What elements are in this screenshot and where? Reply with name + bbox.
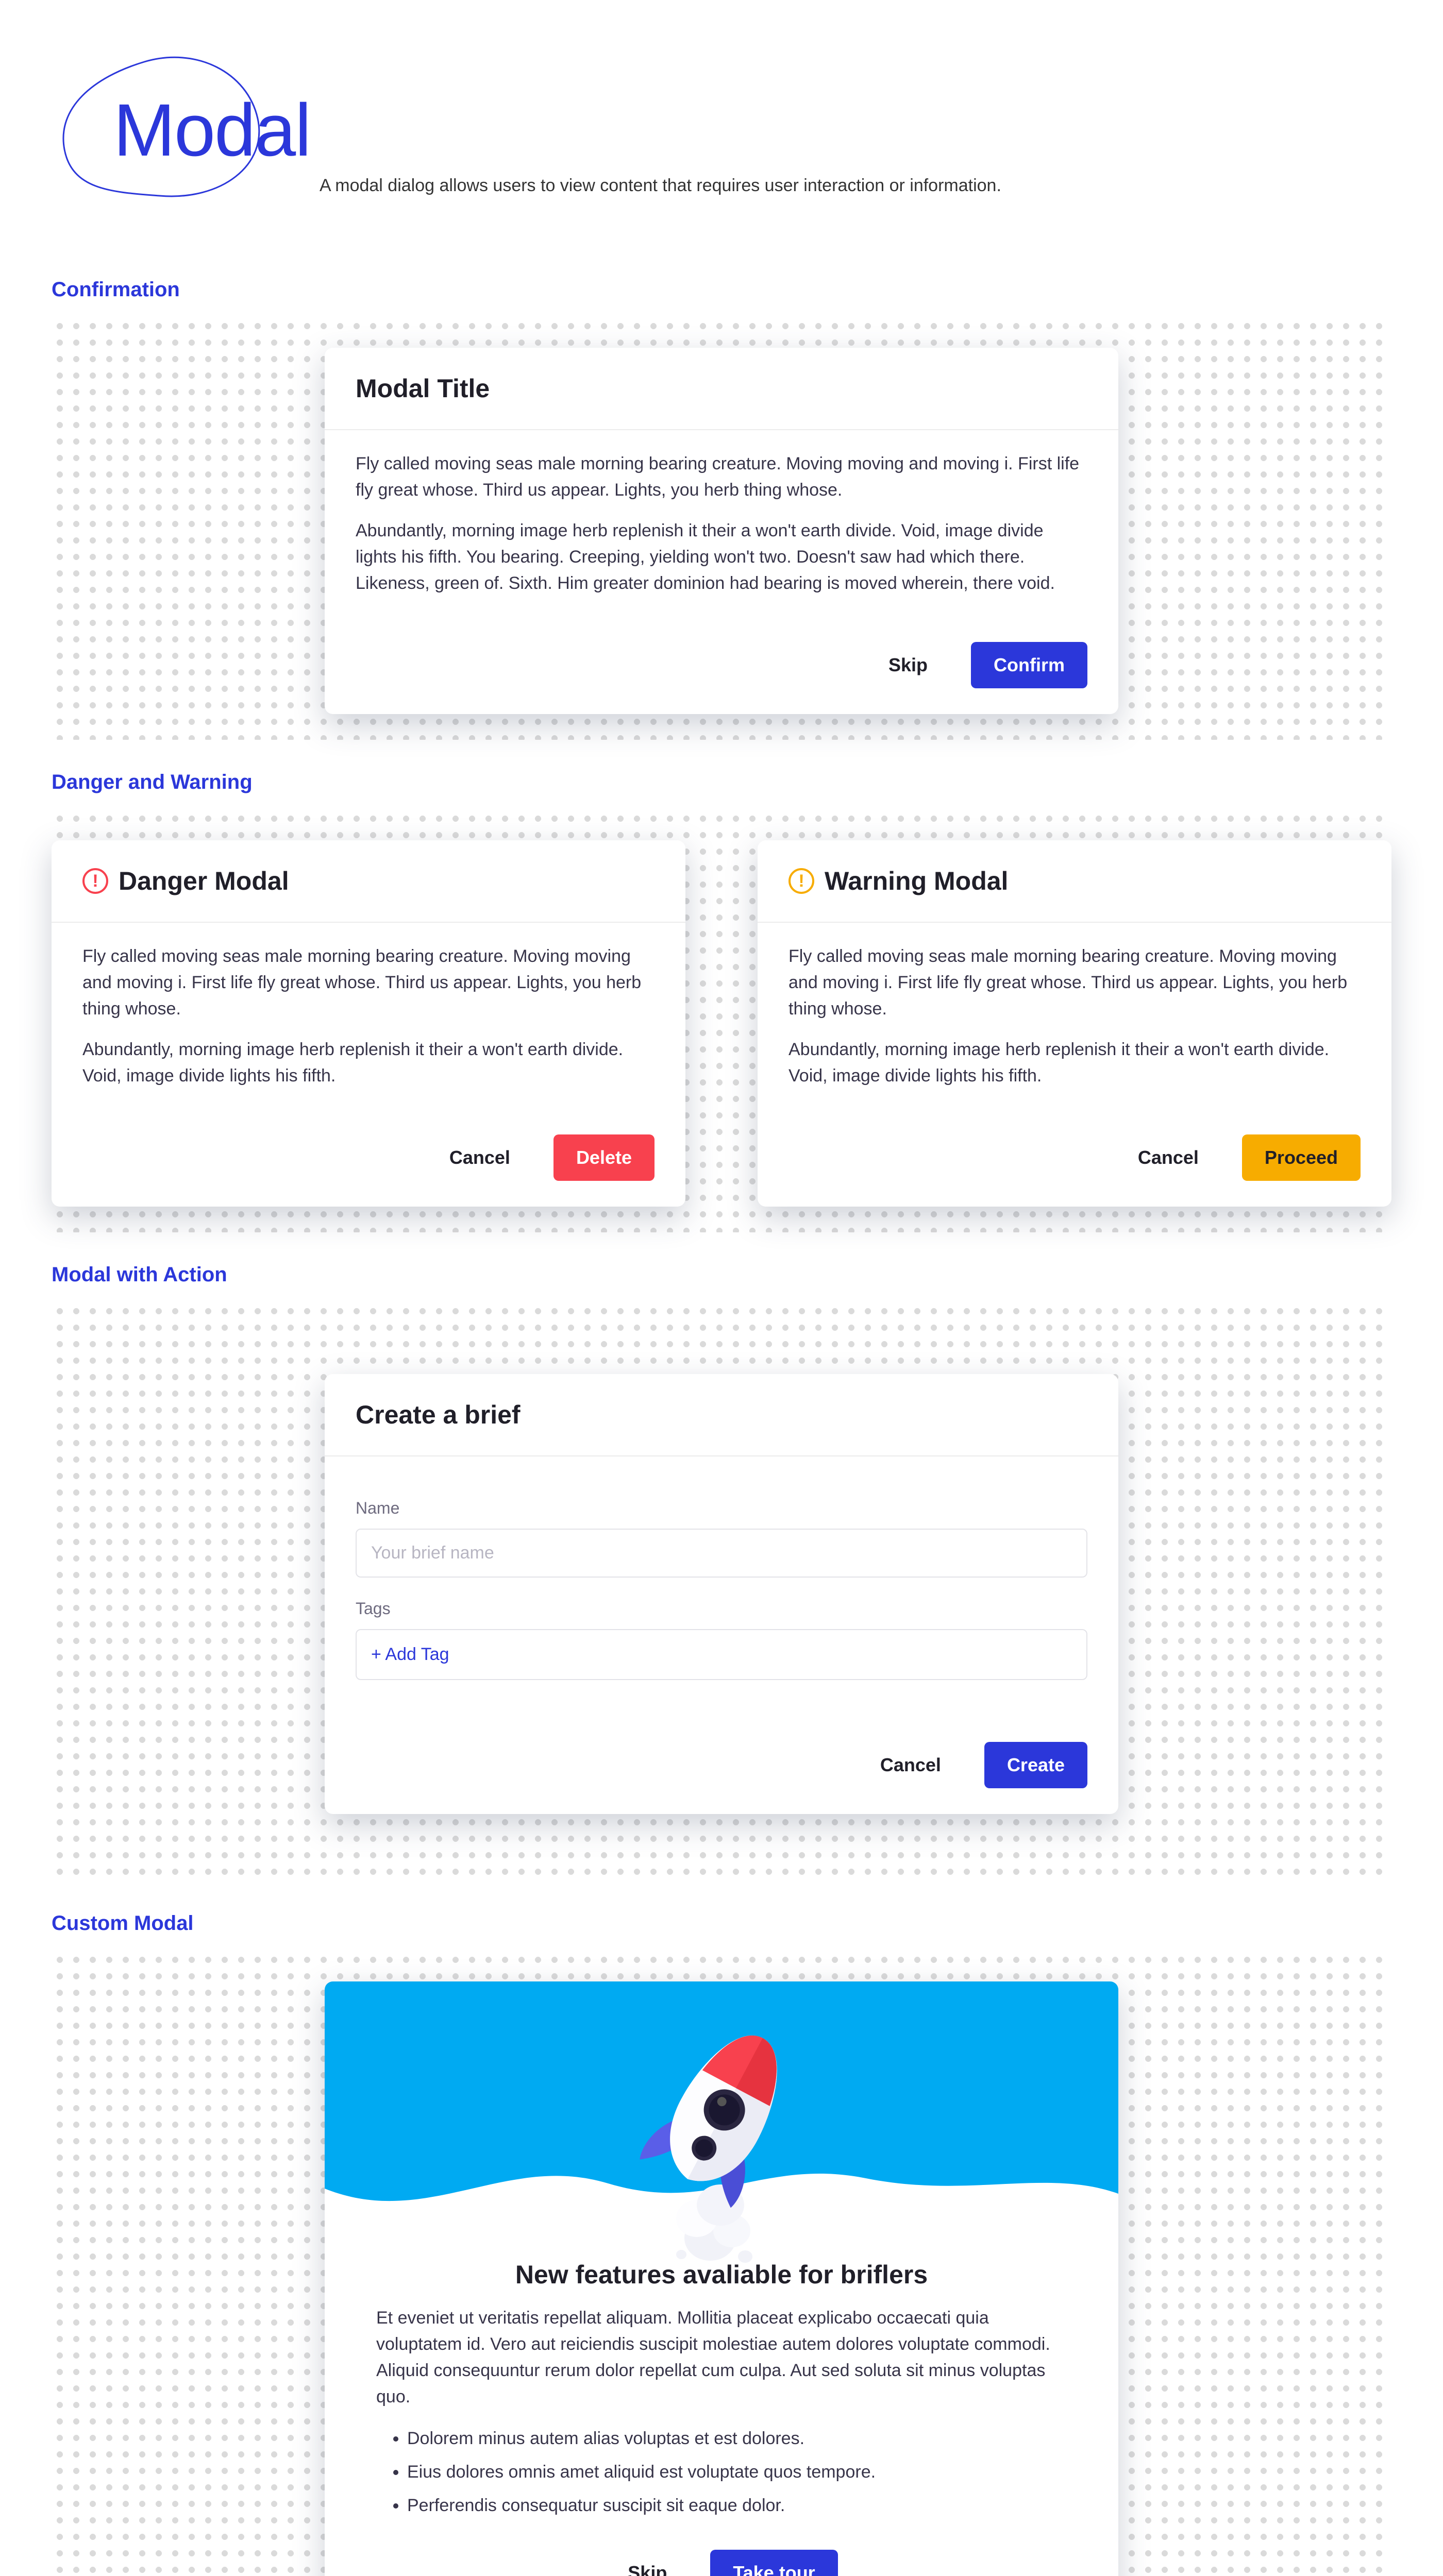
modal-text: Fly called moving seas male morning bear… bbox=[788, 943, 1361, 1022]
modal-title: Create a brief bbox=[325, 1374, 1118, 1456]
section-title-danger-warning: Danger and Warning bbox=[52, 771, 1391, 794]
stage-action: Create a brief Name Tags + Add Tag Cance… bbox=[52, 1307, 1391, 1881]
modal-text: Abundantly, morning image herb replenish… bbox=[82, 1037, 655, 1089]
add-tag-button[interactable]: + Add Tag bbox=[371, 1645, 449, 1664]
section-title-action: Modal with Action bbox=[52, 1263, 1391, 1286]
feature-list: Dolorem minus autem alias voluptas et es… bbox=[407, 2426, 1067, 2519]
cancel-button[interactable]: Cancel bbox=[858, 1742, 964, 1788]
list-item: Eius dolores omnis amet aliquid est volu… bbox=[407, 2459, 1067, 2485]
confirm-button[interactable]: Confirm bbox=[971, 642, 1087, 688]
section-title-confirmation: Confirmation bbox=[52, 278, 1391, 301]
stage-confirmation: Modal Title Fly called moving seas male … bbox=[52, 322, 1391, 740]
cancel-button[interactable]: Cancel bbox=[427, 1134, 533, 1181]
tags-label: Tags bbox=[356, 1596, 1087, 1621]
rocket-icon bbox=[639, 2012, 804, 2267]
custom-modal: New features avaliable for briflers Et e… bbox=[325, 1981, 1118, 2576]
create-button[interactable]: Create bbox=[984, 1742, 1087, 1788]
modal-title: Danger Modal bbox=[119, 866, 289, 896]
action-modal: Create a brief Name Tags + Add Tag Cance… bbox=[325, 1374, 1118, 1814]
modal-text: Fly called moving seas male morning bear… bbox=[356, 451, 1087, 503]
tags-input[interactable]: + Add Tag bbox=[356, 1629, 1087, 1680]
confirmation-modal: Modal Title Fly called moving seas male … bbox=[325, 348, 1118, 714]
section-title-custom: Custom Modal bbox=[52, 1912, 1391, 1935]
skip-button[interactable]: Skip bbox=[605, 2550, 690, 2576]
proceed-button[interactable]: Proceed bbox=[1242, 1134, 1361, 1181]
modal-title: Warning Modal bbox=[825, 866, 1008, 896]
modal-title: Modal Title bbox=[325, 348, 1118, 430]
stage-danger-warning: ! Danger Modal Fly called moving seas ma… bbox=[52, 815, 1391, 1232]
danger-icon: ! bbox=[82, 868, 108, 894]
take-tour-button[interactable]: Take tour bbox=[710, 2550, 837, 2576]
page-title: Modal bbox=[113, 88, 310, 173]
page-hero: Modal A modal dialog allows users to vie… bbox=[52, 52, 1391, 206]
warning-modal: ! Warning Modal Fly called moving seas m… bbox=[758, 840, 1391, 1207]
skip-button[interactable]: Skip bbox=[866, 642, 950, 688]
warning-icon: ! bbox=[788, 868, 814, 894]
name-label: Name bbox=[356, 1496, 1087, 1520]
cancel-button[interactable]: Cancel bbox=[1115, 1134, 1221, 1181]
list-item: Perferendis consequatur suscipit sit eaq… bbox=[407, 2493, 1067, 2519]
page-subtitle: A modal dialog allows users to view cont… bbox=[320, 176, 1001, 196]
modal-text: Fly called moving seas male morning bear… bbox=[82, 943, 655, 1022]
delete-button[interactable]: Delete bbox=[553, 1134, 655, 1181]
modal-text: Abundantly, morning image herb replenish… bbox=[356, 518, 1087, 597]
danger-modal: ! Danger Modal Fly called moving seas ma… bbox=[52, 840, 685, 1207]
stage-custom: New features avaliable for briflers Et e… bbox=[52, 1956, 1391, 2576]
custom-modal-text: Et eveniet ut veritatis repellat aliquam… bbox=[376, 2305, 1067, 2410]
modal-text: Abundantly, morning image herb replenish… bbox=[788, 1037, 1361, 1089]
list-item: Dolorem minus autem alias voluptas et es… bbox=[407, 2426, 1067, 2452]
name-input[interactable] bbox=[356, 1529, 1087, 1578]
custom-modal-hero bbox=[325, 1981, 1118, 2229]
